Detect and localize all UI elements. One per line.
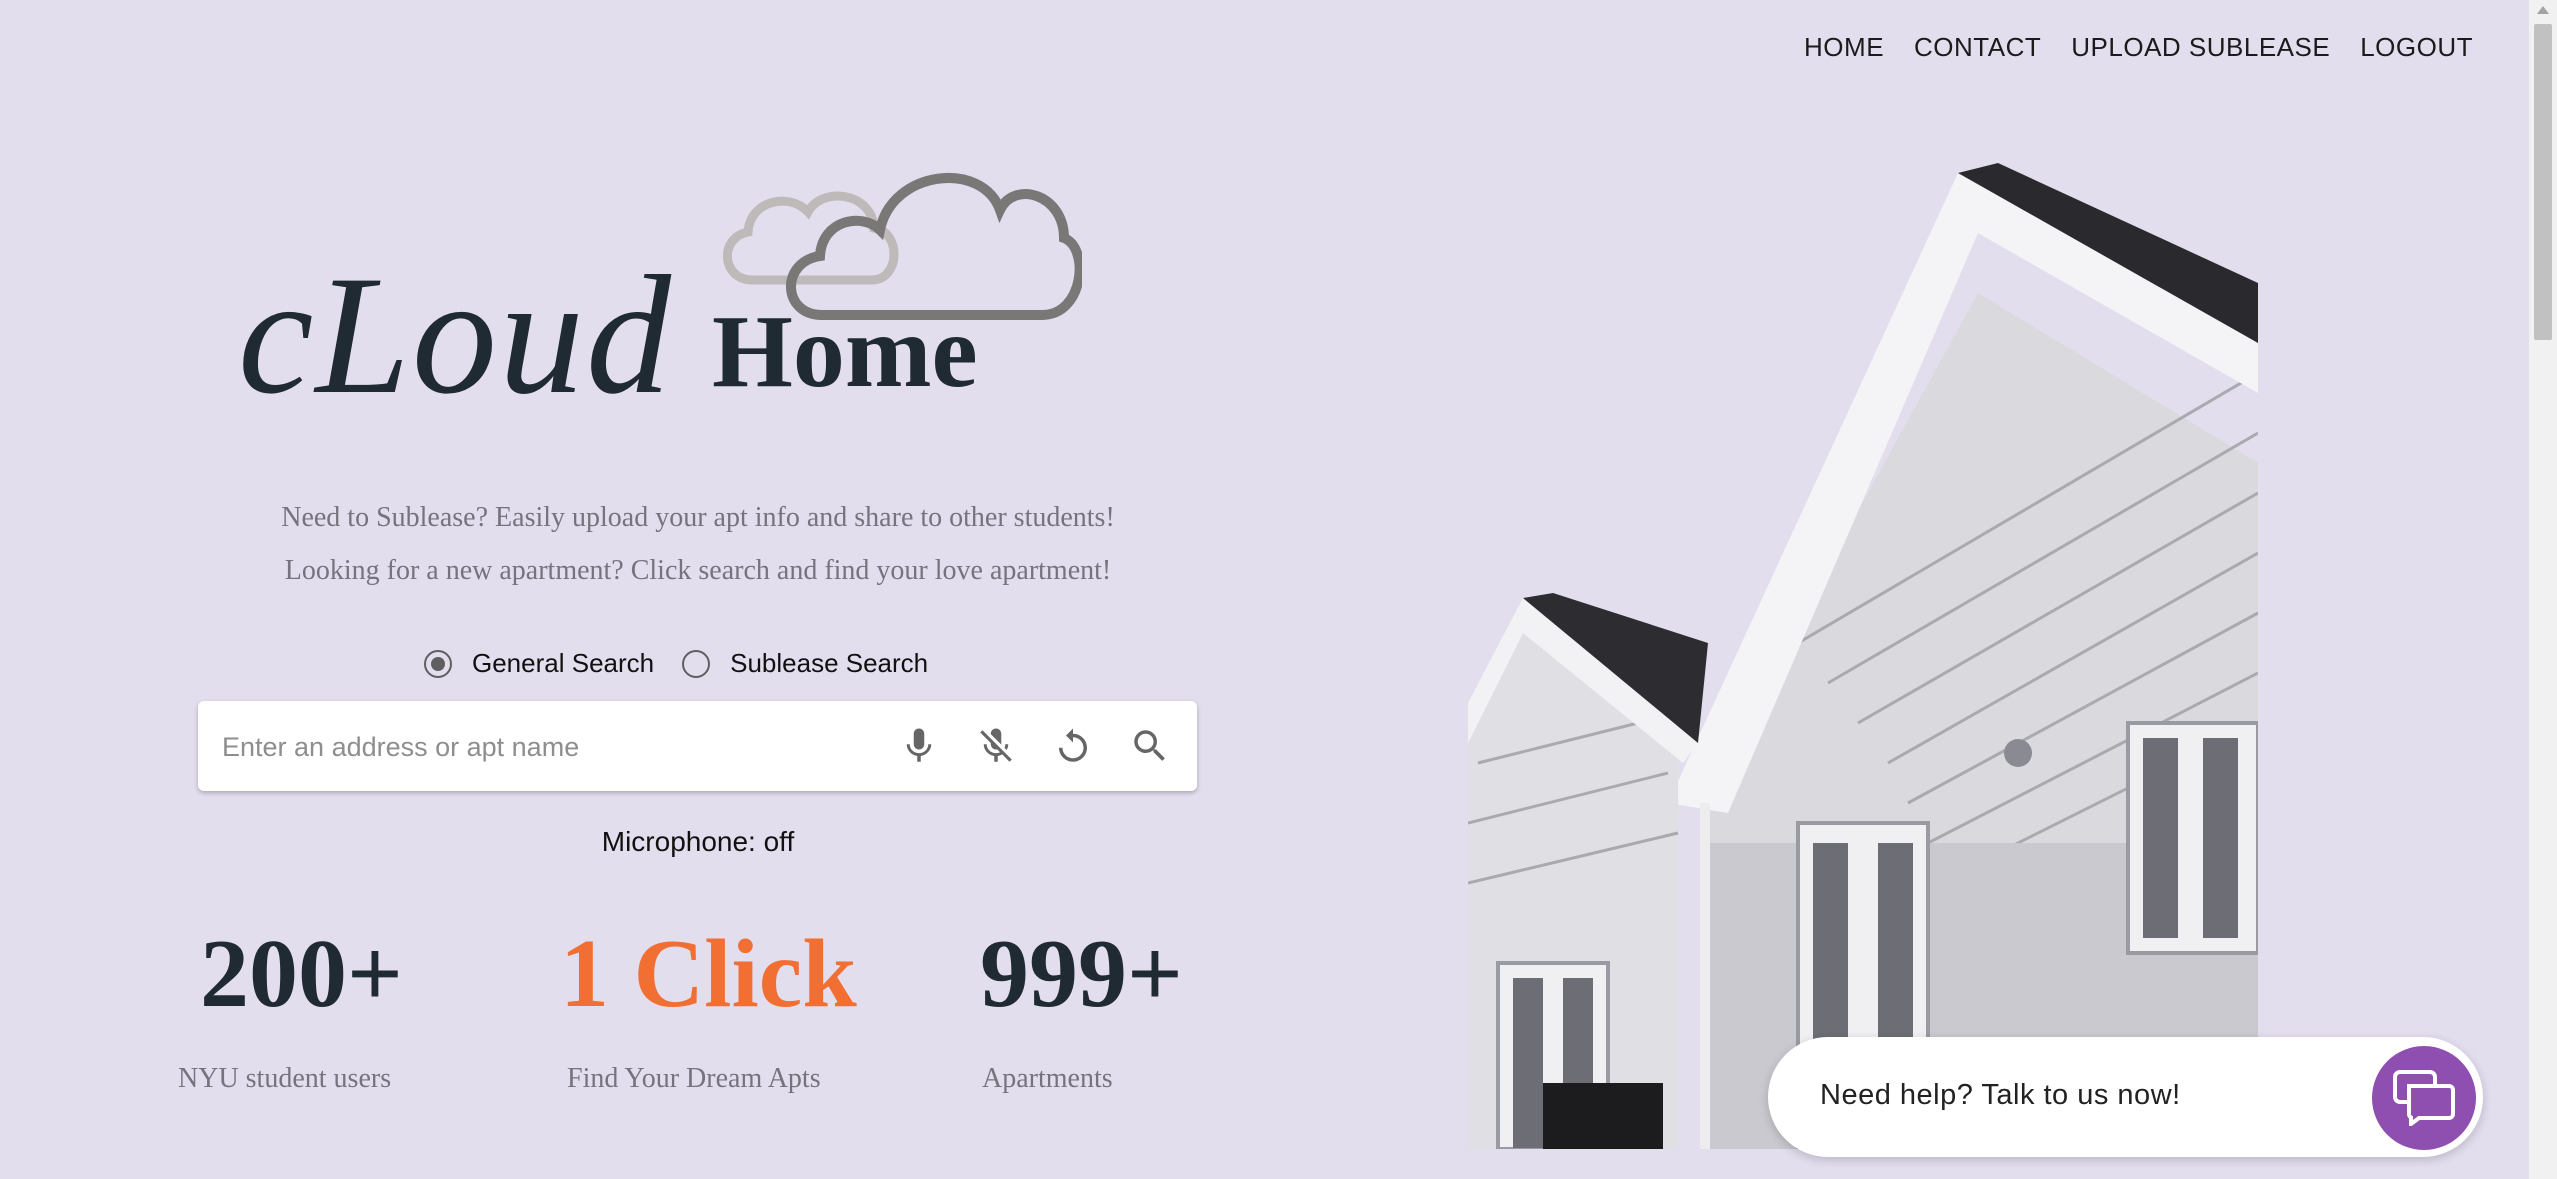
radio-selected-dot bbox=[431, 656, 445, 671]
stat-users-label: NYU student users bbox=[178, 1063, 392, 1094]
general-search-label[interactable]: General Search bbox=[472, 648, 654, 679]
search-mode-group: General Search Sublease Search bbox=[424, 648, 956, 679]
stat-click-label: Find Your Dream Apts bbox=[567, 1063, 821, 1094]
logo-home-text: Home bbox=[712, 294, 978, 409]
chat-prompt-text: Need help? Talk to us now! bbox=[1820, 1079, 2181, 1111]
top-nav: HOME CONTACT UPLOAD SUBLEASE LOGOUT bbox=[1774, 32, 2473, 63]
chat-open-button[interactable] bbox=[2372, 1046, 2476, 1150]
nav-upload-sublease-link[interactable]: UPLOAD SUBLEASE bbox=[2071, 32, 2330, 63]
sublease-search-radio[interactable] bbox=[682, 649, 711, 678]
nav-contact-link[interactable]: CONTACT bbox=[1914, 32, 2041, 63]
scroll-up-arrow-icon[interactable] bbox=[2537, 6, 2549, 14]
tagline-sublease: Need to Sublease? Easily upload your apt… bbox=[281, 502, 1115, 533]
nav-logout-link[interactable]: LOGOUT bbox=[2360, 32, 2473, 63]
search-icon[interactable] bbox=[1129, 725, 1171, 767]
logo-cloud-text: cLoud bbox=[238, 241, 673, 429]
tagline-search: Looking for a new apartment? Click searc… bbox=[284, 555, 1112, 586]
search-input[interactable] bbox=[220, 723, 864, 771]
sublease-search-label[interactable]: Sublease Search bbox=[730, 648, 928, 679]
stat-apartments-value: 999+ bbox=[980, 920, 1183, 1028]
general-search-radio[interactable] bbox=[424, 649, 452, 678]
search-bar bbox=[198, 701, 1197, 791]
microphone-status: Microphone: off bbox=[601, 826, 795, 857]
stat-apartments-label: Apartments bbox=[982, 1063, 1113, 1094]
scrollbar-thumb[interactable] bbox=[2534, 24, 2552, 340]
reset-icon[interactable] bbox=[1052, 725, 1094, 767]
stat-users-value: 200+ bbox=[200, 920, 403, 1028]
chat-bubbles-icon bbox=[2393, 1070, 2455, 1126]
nav-home-link[interactable]: HOME bbox=[1804, 32, 1884, 63]
microphone-icon[interactable] bbox=[898, 725, 940, 767]
house-image bbox=[1468, 163, 2258, 1149]
stat-click-value: 1 Click bbox=[560, 920, 857, 1028]
page-scrollbar[interactable] bbox=[2529, 0, 2557, 1179]
microphone-off-icon[interactable] bbox=[975, 725, 1017, 767]
